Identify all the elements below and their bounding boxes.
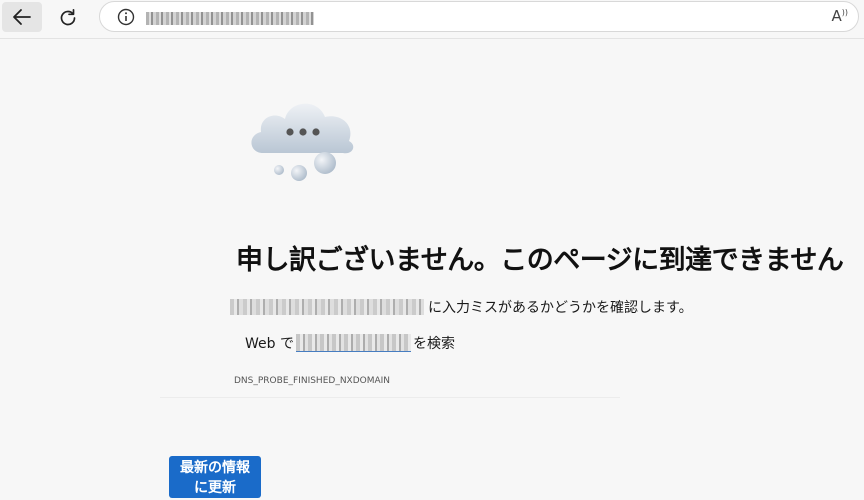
refresh-label-line2: に更新 bbox=[194, 479, 236, 496]
search-suggestion: Web で を検索 bbox=[245, 333, 455, 353]
browser-toolbar: A)) bbox=[0, 0, 864, 39]
address-bar[interactable]: A)) bbox=[99, 1, 859, 32]
url-text[interactable] bbox=[146, 12, 314, 25]
search-link[interactable] bbox=[295, 334, 411, 352]
arrow-left-icon bbox=[13, 9, 31, 25]
search-suffix: を検索 bbox=[412, 336, 455, 352]
reload-button[interactable] bbox=[52, 3, 84, 33]
hostname-redacted bbox=[230, 299, 424, 315]
read-aloud-sup: )) bbox=[841, 8, 848, 17]
error-code: DNS_PROBE_FINISHED_NXDOMAIN bbox=[234, 376, 391, 386]
refresh-button[interactable]: 最新の情報 に更新 bbox=[169, 456, 261, 498]
error-heading: 申し訳ございません。このページに到達できません bbox=[236, 245, 844, 276]
search-prefix: Web で bbox=[245, 336, 294, 352]
info-icon[interactable] bbox=[117, 8, 135, 26]
description-text: に入力ミスがあるかどうかを確認します。 bbox=[428, 300, 693, 316]
cloud-icon bbox=[251, 103, 354, 181]
refresh-label-line1: 最新の情報 bbox=[180, 459, 250, 476]
read-aloud-icon[interactable]: A)) bbox=[831, 7, 848, 25]
reload-icon bbox=[60, 8, 76, 26]
back-button[interactable] bbox=[2, 2, 42, 32]
error-description: に入力ミスがあるかどうかを確認します。 bbox=[230, 297, 693, 317]
read-aloud-glyph: A bbox=[831, 7, 842, 25]
divider bbox=[160, 397, 620, 398]
